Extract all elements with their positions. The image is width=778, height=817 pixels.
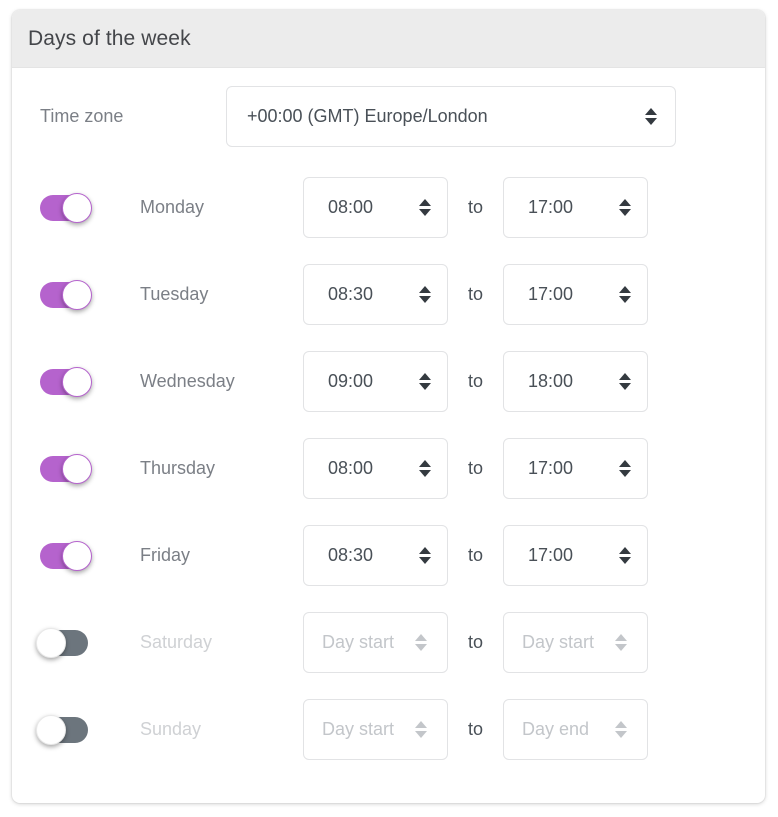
select-spinner-icon [419,439,431,498]
time-range-separator: to [467,545,483,565]
timezone-select[interactable]: +00:00 (GMT) Europe/London [226,85,676,147]
day-rows-list: Monday 08:00 to 17:00 Tuesday 08:30 to 17:00 Wed… [12,164,765,773]
day-row: Sunday Day start to Day end [12,686,765,773]
start-time-select[interactable]: 08:30 [303,525,448,586]
timezone-select-wrap: +00:00 (GMT) Europe/London [226,85,676,147]
page-title: Days of the week [28,26,191,50]
start-time-select[interactable]: 08:00 [303,438,448,499]
select-spinner-icon [615,700,627,759]
select-spinner-icon [615,613,627,672]
end-time-value: 17:00 [528,458,574,478]
end-time-value: Day start [522,632,595,652]
select-spinner-icon [619,439,631,498]
day-name-label: Sunday [140,719,202,739]
end-time-value: 17:00 [528,197,574,217]
timezone-row: Time zone +00:00 (GMT) Europe/London [12,68,765,164]
select-spinner-icon [415,700,427,759]
day-toggle-friday[interactable] [40,540,92,571]
toggle-knob [62,279,92,310]
select-spinner-icon [415,613,427,672]
time-range-separator: to [467,197,483,217]
select-spinner-icon [419,526,431,585]
day-name-label: Thursday [140,458,216,478]
end-time-select: Day start [503,612,648,673]
toggle-knob [62,453,92,484]
time-range-separator: to [467,632,483,652]
select-spinner-icon [645,87,657,146]
card-body: Time zone +00:00 (GMT) Europe/London Mon… [12,68,765,773]
end-time-select: Day end [503,699,648,760]
start-time-value: 08:30 [328,545,374,565]
day-row: Wednesday 09:00 to 18:00 [12,338,765,425]
start-time-value: Day start [322,719,395,739]
end-time-select[interactable]: 17:00 [503,525,648,586]
toggle-knob [62,540,92,571]
timezone-label: Time zone [40,105,124,126]
day-toggle-thursday[interactable] [40,453,92,484]
day-name-label: Wednesday [140,371,235,391]
end-time-select[interactable]: 18:00 [503,351,648,412]
toggle-knob [36,714,66,745]
end-time-select[interactable]: 17:00 [503,264,648,325]
select-spinner-icon [619,178,631,237]
card-header: Days of the week [12,10,765,68]
day-row: Tuesday 08:30 to 17:00 [12,251,765,338]
timezone-selected-value: +00:00 (GMT) Europe/London [247,105,488,126]
select-spinner-icon [419,352,431,411]
day-row: Thursday 08:00 to 17:00 [12,425,765,512]
start-time-select[interactable]: 08:00 [303,177,448,238]
day-row: Monday 08:00 to 17:00 [12,164,765,251]
toggle-knob [62,192,92,223]
end-time-value: 17:00 [528,284,574,304]
start-time-value: 08:00 [328,458,374,478]
toggle-knob [62,366,92,397]
day-row: Friday 08:30 to 17:00 [12,512,765,599]
select-spinner-icon [619,265,631,324]
select-spinner-icon [419,265,431,324]
day-toggle-tuesday[interactable] [40,279,92,310]
time-range-separator: to [467,284,483,304]
day-toggle-wednesday[interactable] [40,366,92,397]
day-name-label: Tuesday [140,284,209,304]
day-name-label: Saturday [140,632,213,652]
day-toggle-saturday[interactable] [36,627,88,658]
day-name-label: Monday [140,197,205,217]
toggle-knob [36,627,66,658]
time-range-separator: to [467,458,483,478]
start-time-value: 09:00 [328,371,374,391]
start-time-select[interactable]: 08:30 [303,264,448,325]
day-row: Saturday Day start to Day start [12,599,765,686]
day-name-label: Friday [140,545,191,565]
select-spinner-icon [619,352,631,411]
start-time-value: Day start [322,632,395,652]
day-toggle-monday[interactable] [40,192,92,223]
end-time-select[interactable]: 17:00 [503,177,648,238]
end-time-value: 17:00 [528,545,574,565]
day-toggle-sunday[interactable] [36,714,88,745]
start-time-select: Day start [303,612,448,673]
end-time-select[interactable]: 17:00 [503,438,648,499]
end-time-value: Day end [522,719,590,739]
end-time-value: 18:00 [528,371,574,391]
start-time-select: Day start [303,699,448,760]
start-time-select[interactable]: 09:00 [303,351,448,412]
select-spinner-icon [419,178,431,237]
select-spinner-icon [619,526,631,585]
start-time-value: 08:00 [328,197,374,217]
time-range-separator: to [467,719,483,739]
time-range-separator: to [467,371,483,391]
days-of-week-card: Days of the week Time zone +00:00 (GMT) … [12,10,765,803]
start-time-value: 08:30 [328,284,374,304]
